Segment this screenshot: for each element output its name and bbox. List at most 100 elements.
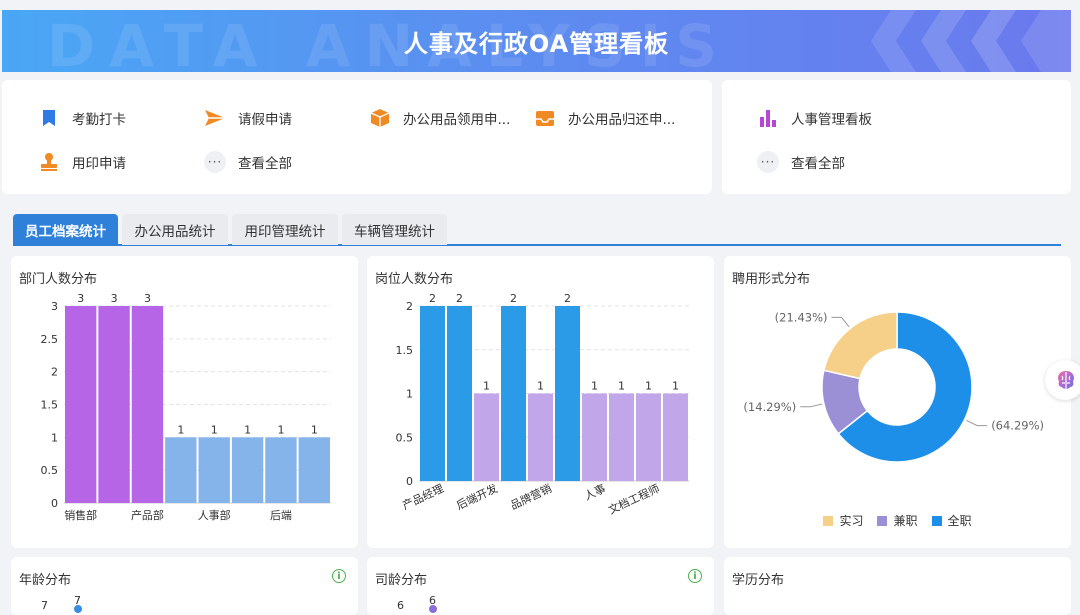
bar bbox=[474, 393, 499, 481]
quick-action-leave[interactable]: 请假申请 bbox=[204, 107, 292, 129]
bar bbox=[165, 437, 197, 503]
quick-action-label: 办公用品领用申... bbox=[403, 112, 511, 128]
y-tick-label: 2 bbox=[51, 366, 58, 379]
chart-legend: 实习 兼职 全职 bbox=[724, 512, 1071, 529]
x-tick-label: 品牌营销 bbox=[508, 481, 554, 512]
slice-label: (21.43%) bbox=[775, 310, 828, 324]
data-label: 1 bbox=[672, 380, 679, 393]
y-tick-label: 7 bbox=[41, 599, 48, 612]
chevron-decoration-icon bbox=[871, 10, 1071, 72]
panel-title: 司龄分布 bbox=[375, 573, 428, 588]
quick-action-attendance[interactable]: 考勤打卡 bbox=[38, 107, 126, 129]
legend-item[interactable]: 兼职 bbox=[877, 512, 918, 529]
y-tick-label: 6 bbox=[397, 599, 404, 612]
panel-title: 岗位人数分布 bbox=[375, 272, 454, 287]
slice-label: (64.29%) bbox=[991, 419, 1044, 433]
y-tick-label: 0.5 bbox=[396, 431, 414, 444]
bookmark-icon bbox=[38, 107, 60, 129]
y-tick-label: 0.5 bbox=[41, 464, 59, 477]
ai-assistant-button[interactable] bbox=[1045, 360, 1080, 400]
quick-action-hr-dashboard[interactable]: 人事管理看板 bbox=[757, 107, 872, 129]
stamp-icon bbox=[38, 151, 60, 173]
quick-action-seal[interactable]: 用印申请 bbox=[38, 151, 126, 173]
brain-icon bbox=[1058, 371, 1074, 389]
send-icon bbox=[204, 107, 226, 129]
bar bbox=[447, 306, 472, 481]
quick-action-view-all-right[interactable]: ··· 查看全部 bbox=[757, 151, 845, 173]
quick-action-label: 考勤打卡 bbox=[72, 112, 126, 128]
more-icon-wrap: ··· bbox=[757, 151, 779, 173]
quick-action-view-all[interactable]: ··· 查看全部 bbox=[204, 151, 292, 173]
bar bbox=[636, 393, 661, 481]
data-label: 1 bbox=[618, 380, 625, 393]
info-icon[interactable]: i bbox=[332, 569, 346, 583]
legend-swatch bbox=[931, 516, 942, 526]
x-tick-label: 销售部 bbox=[64, 508, 97, 522]
quick-action-label: 查看全部 bbox=[238, 156, 292, 172]
info-icon[interactable]: i bbox=[688, 569, 702, 583]
y-tick-label: 1 bbox=[51, 431, 58, 444]
dept-bar-chart: 0 0.5 1 1.5 2 2.5 3 3 销售部 3 3 产品部 1 1 人事部 1 1 后端 1 bbox=[41, 292, 331, 522]
legend-label: 兼职 bbox=[893, 514, 918, 528]
data-label: 1 bbox=[645, 380, 652, 393]
x-tick-label: 产品部 bbox=[131, 508, 164, 522]
tab-vehicle-management[interactable]: 车辆管理统计 bbox=[342, 214, 447, 245]
data-label: 1 bbox=[177, 423, 184, 436]
quick-action-supplies-request[interactable]: 办公用品领用申... bbox=[369, 107, 510, 129]
x-tick-label: 人事部 bbox=[198, 508, 231, 522]
x-tick-label: 人事 bbox=[582, 482, 607, 503]
post-bar-chart: 00.511.522产品经理21后端开发21品牌营销21人事1 1文档工程师1 bbox=[396, 292, 689, 517]
leader-line bbox=[800, 403, 823, 408]
tab-employee-records[interactable]: 员工档案统计 bbox=[13, 214, 118, 245]
y-tick-label: 0 bbox=[406, 475, 413, 488]
bar bbox=[528, 393, 553, 481]
bar bbox=[98, 306, 130, 503]
employment-donut-chart: (64.29%) (14.29%) (21.43%) bbox=[743, 310, 1044, 463]
slice-label: (14.29%) bbox=[743, 400, 796, 414]
box-icon bbox=[369, 107, 391, 129]
quick-actions-panel: 考勤打卡 请假申请 办公用品领用申... 办公用品归还申... 用印申请 ···… bbox=[2, 80, 712, 194]
legend-item[interactable]: 全职 bbox=[931, 512, 972, 529]
dept-chart-panel: 0 0.5 1 1.5 2 2.5 3 3 销售部 3 3 产品部 1 1 人事部 1 1 后端 1 部门人数分布 bbox=[11, 256, 358, 548]
panel-title: 聘用形式分布 bbox=[732, 272, 811, 287]
x-tick-label: 后端 bbox=[270, 509, 292, 522]
bar bbox=[131, 306, 164, 503]
bar-chart-icon bbox=[757, 107, 779, 129]
x-tick-label: 文档工程师 bbox=[606, 481, 662, 517]
panel-title: 年龄分布 bbox=[19, 573, 72, 588]
tenure-chart-panel: 司龄分布 i 6 6 bbox=[367, 557, 714, 615]
y-tick-label: 1.5 bbox=[41, 399, 59, 412]
legend-swatch bbox=[877, 516, 888, 526]
data-label: 1 bbox=[244, 423, 251, 436]
tab-seal-management[interactable]: 用印管理统计 bbox=[232, 214, 338, 245]
data-label: 2 bbox=[429, 292, 436, 305]
y-tick-label: 1.5 bbox=[396, 344, 414, 357]
leader-line bbox=[966, 419, 988, 427]
y-tick-label: 0 bbox=[51, 497, 58, 510]
bar bbox=[663, 393, 688, 481]
bar bbox=[231, 437, 264, 503]
inbox-icon bbox=[534, 107, 556, 129]
tab-office-supplies[interactable]: 办公用品统计 bbox=[122, 214, 228, 245]
pie-slice bbox=[822, 311, 898, 380]
dashboard-links-panel: 人事管理看板 ··· 查看全部 bbox=[722, 80, 1071, 194]
panel-title: 学历分布 bbox=[732, 573, 785, 588]
bar bbox=[582, 393, 607, 481]
data-label: 2 bbox=[510, 292, 517, 305]
bar bbox=[298, 437, 330, 503]
legend-item[interactable]: 实习 bbox=[823, 512, 863, 529]
stats-tabbar: 员工档案统计 办公用品统计 用印管理统计 车辆管理统计 bbox=[13, 214, 1061, 246]
data-point bbox=[429, 605, 437, 613]
quick-action-supplies-return[interactable]: 办公用品归还申... bbox=[534, 107, 675, 129]
data-label: 1 bbox=[277, 423, 284, 436]
bar bbox=[555, 306, 580, 481]
data-label: 1 bbox=[591, 380, 598, 393]
legend-label: 全职 bbox=[947, 514, 972, 528]
quick-action-label: 请假申请 bbox=[238, 112, 292, 128]
education-chart-panel: 学历分布 bbox=[724, 557, 1071, 615]
legend-swatch bbox=[823, 516, 834, 526]
data-label: 1 bbox=[537, 380, 544, 393]
panel-title: 部门人数分布 bbox=[19, 272, 98, 287]
y-tick-label: 2 bbox=[406, 300, 413, 313]
more-icon: ··· bbox=[757, 151, 779, 173]
